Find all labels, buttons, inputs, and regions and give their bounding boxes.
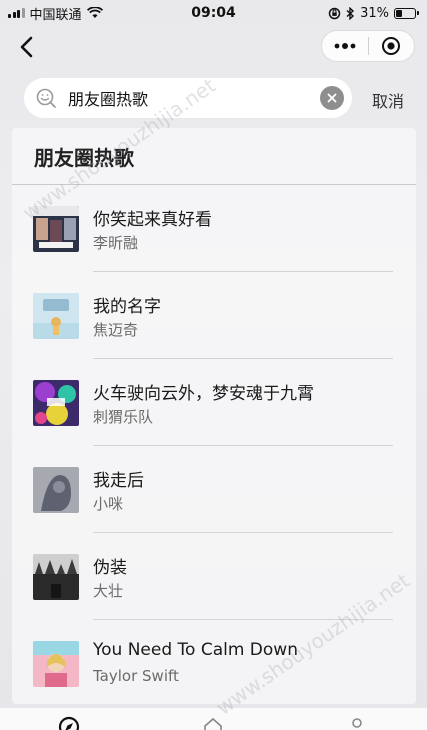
song-item[interactable]: 火车驶向云外，梦安魂于九霄 刺猬乐队 [12,359,416,446]
song-artist: 小咪 [93,495,124,513]
status-left: 中国联通 [8,4,103,23]
song-title: You Need To Calm Down [93,640,298,660]
status-right: 31% [328,6,419,21]
rotation-lock-icon [328,7,341,19]
close-miniprogram-button[interactable] [369,31,415,61]
home-tab-icon[interactable] [202,716,224,730]
song-item[interactable]: 我走后 小咪 [12,446,416,533]
result-card: 朋友圈热歌 你笑起来真好看 李昕融 我的名字 焦迈奇 火车驶向云外，梦安魂于九霄… [12,128,416,704]
battery-icon [394,7,419,19]
menu-capsule [321,30,415,62]
close-icon [327,93,337,103]
more-dots-icon [334,43,356,49]
song-item[interactable]: You Need To Calm Down Taylor Swift [12,620,416,707]
wifi-icon [86,7,103,18]
song-title: 我走后 [93,471,144,491]
song-artist: 焦迈奇 [93,321,139,339]
signal-icon [8,8,25,18]
song-artist: 大壮 [93,582,124,600]
chevron-left-icon [20,36,33,58]
song-list: 你笑起来真好看 李昕融 我的名字 焦迈奇 火车驶向云外，梦安魂于九霄 刺猬乐队 … [12,185,416,707]
carrier-label: 中国联通 [29,7,82,23]
cancel-button[interactable]: 取消 [372,88,404,112]
nav-bar [0,26,427,70]
compass-tab-icon[interactable] [58,716,80,730]
battery-percent: 31% [360,5,389,21]
song-item[interactable]: 你笑起来真好看 李昕融 [12,185,416,272]
status-time: 09:04 [191,5,236,21]
song-title: 伪装 [93,558,127,578]
song-artist: 李昕融 [93,234,139,252]
album-cover [33,293,79,339]
status-bar: 中国联通 09:04 31% [0,0,427,26]
album-cover [33,554,79,600]
search-face-icon [34,87,60,109]
clear-search-button[interactable] [320,86,344,110]
album-cover [33,467,79,513]
back-button[interactable] [12,32,42,62]
song-title: 你笑起来真好看 [93,210,212,230]
search-input[interactable] [60,88,320,108]
song-artist: 刺猬乐队 [93,408,154,426]
section-title: 朋友圈热歌 [34,146,134,170]
tab-bar [0,708,427,730]
song-title: 我的名字 [93,297,161,317]
song-item[interactable]: 伪装 大壮 [12,533,416,620]
profile-tab-icon[interactable] [346,716,368,730]
song-title: 火车驶向云外，梦安魂于九霄 [93,384,314,404]
album-cover [33,206,79,252]
album-cover [33,641,79,687]
album-cover [33,380,79,426]
song-artist: Taylor Swift [93,667,179,685]
target-circle-icon [382,37,401,55]
more-button[interactable] [322,31,368,61]
song-item[interactable]: 我的名字 焦迈奇 [12,272,416,359]
search-box [24,78,352,118]
bluetooth-icon [346,6,355,20]
